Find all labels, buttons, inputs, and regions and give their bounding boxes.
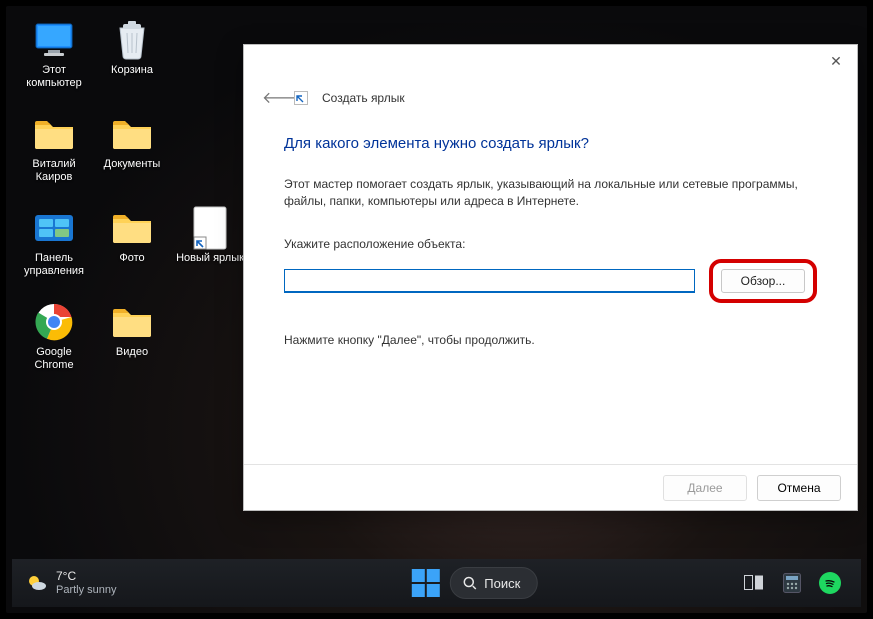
control-panel-icon bbox=[32, 206, 76, 250]
next-button[interactable]: Далее bbox=[663, 475, 747, 501]
location-row: Обзор... bbox=[284, 259, 817, 303]
desktop-icon-label: Фото bbox=[119, 252, 144, 265]
dialog-title: Для какого элемента нужно создать ярлык? bbox=[284, 135, 817, 152]
desktop-icon-video[interactable]: Видео bbox=[94, 298, 170, 386]
cancel-button[interactable]: Отмена bbox=[757, 475, 841, 501]
taskbar-right bbox=[741, 570, 843, 596]
calculator-icon[interactable] bbox=[779, 570, 805, 596]
desktop-icon-label: Виталий Каиров bbox=[17, 158, 91, 183]
browse-button[interactable]: Обзор... bbox=[721, 269, 805, 293]
weather-icon bbox=[26, 572, 48, 594]
dialog-header: 🡐 Создать ярлык bbox=[262, 87, 405, 108]
folder-icon bbox=[110, 206, 154, 250]
taskbar-weather[interactable]: 7°C Partly sunny bbox=[26, 570, 117, 596]
shortcut-file-icon bbox=[188, 206, 232, 250]
close-button[interactable]: ✕ bbox=[821, 49, 851, 73]
back-button[interactable]: 🡐 bbox=[262, 87, 280, 108]
folder-icon bbox=[110, 300, 154, 344]
weather-text: 7°C Partly sunny bbox=[56, 570, 117, 596]
dialog-footer: Далее Отмена bbox=[244, 464, 857, 510]
desktop-icon-user-folder[interactable]: Виталий Каиров bbox=[16, 110, 92, 198]
desktop-icon-label: Видео bbox=[116, 346, 148, 359]
desktop[interactable]: Этот компьютер Корзина Виталий Каиров bbox=[6, 6, 867, 613]
dialog-breadcrumb: Создать ярлык bbox=[322, 91, 405, 105]
taskbar-center: Поиск bbox=[411, 567, 537, 599]
desktop-icon-label: Документы bbox=[104, 158, 161, 171]
location-input[interactable] bbox=[284, 269, 695, 293]
shortcut-icon bbox=[294, 91, 308, 105]
browse-highlight: Обзор... bbox=[709, 259, 817, 303]
dialog-body: Для какого элемента нужно создать ярлык?… bbox=[284, 135, 817, 347]
dialog-description: Этот мастер помогает создать ярлык, указ… bbox=[284, 176, 804, 211]
desktop-icon-label: Этот компьютер bbox=[17, 64, 91, 89]
desktop-icons-grid: Этот компьютер Корзина Виталий Каиров bbox=[16, 16, 256, 386]
recycle-bin-icon bbox=[110, 18, 154, 62]
screen: Этот компьютер Корзина Виталий Каиров bbox=[0, 0, 873, 619]
weather-condition: Partly sunny bbox=[56, 584, 117, 597]
desktop-icon-label: Google Chrome bbox=[17, 346, 91, 371]
spotify-icon[interactable] bbox=[817, 570, 843, 596]
desktop-icon-label: Панель управления bbox=[17, 252, 91, 277]
create-shortcut-dialog: ✕ 🡐 Создать ярлык Для какого элемента ну… bbox=[243, 44, 858, 511]
chrome-icon bbox=[32, 300, 76, 344]
desktop-icon-documents[interactable]: Документы bbox=[94, 110, 170, 198]
folder-icon bbox=[110, 112, 154, 156]
desktop-icon-photo[interactable]: Фото bbox=[94, 204, 170, 292]
location-label: Укажите расположение объекта: bbox=[284, 237, 817, 251]
desktop-icon-label: Корзина bbox=[111, 64, 153, 77]
taskbar-search[interactable]: Поиск bbox=[449, 567, 537, 599]
dialog-hint: Нажмите кнопку "Далее", чтобы продолжить… bbox=[284, 333, 817, 347]
desktop-icon-recycle-bin[interactable]: Корзина bbox=[94, 16, 170, 104]
desktop-icon-this-pc[interactable]: Этот компьютер bbox=[16, 16, 92, 104]
pc-icon bbox=[32, 18, 76, 62]
desktop-icon-control-panel[interactable]: Панель управления bbox=[16, 204, 92, 292]
task-view-icon[interactable] bbox=[741, 570, 767, 596]
desktop-icon-label: Новый ярлык bbox=[176, 252, 244, 265]
desktop-icon-chrome[interactable]: Google Chrome bbox=[16, 298, 92, 386]
taskbar: 7°C Partly sunny Поиск bbox=[12, 559, 861, 607]
start-button[interactable] bbox=[411, 569, 439, 597]
search-icon bbox=[462, 576, 476, 590]
temperature: 7°C bbox=[56, 570, 117, 584]
search-placeholder: Поиск bbox=[484, 576, 520, 591]
desktop-icon-new-shortcut[interactable]: Новый ярлык bbox=[172, 204, 248, 292]
folder-icon bbox=[32, 112, 76, 156]
